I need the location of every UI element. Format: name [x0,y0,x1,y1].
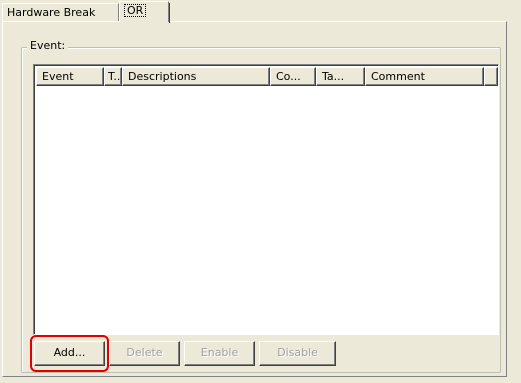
tab-hardware-break-label: Hardware Break [7,6,96,19]
column-header-target[interactable]: Ta... [316,67,365,86]
tab-hardware-break[interactable]: Hardware Break [2,3,119,21]
column-header-descriptions[interactable]: Descriptions [122,67,270,86]
delete-button[interactable]: Delete [109,341,180,366]
tab-or[interactable]: OR [119,1,170,23]
column-header-condition[interactable]: Co... [270,67,316,86]
disable-button[interactable]: Disable [259,341,336,366]
column-header-event[interactable]: Event [36,67,104,86]
enable-button[interactable]: Enable [184,341,255,366]
column-header-filler [484,67,498,86]
column-header-comment[interactable]: Comment [365,67,484,86]
list-header: Event T... Descriptions Co... Ta... Comm… [36,67,498,86]
event-group-legend: Event: [27,39,69,53]
column-header-type[interactable]: T... [104,67,122,86]
tab-or-shadow [169,3,170,23]
add-button[interactable]: Add... [34,341,105,366]
event-list[interactable]: Event T... Descriptions Co... Ta... Comm… [33,64,499,335]
tab-or-label: OR [124,4,147,17]
